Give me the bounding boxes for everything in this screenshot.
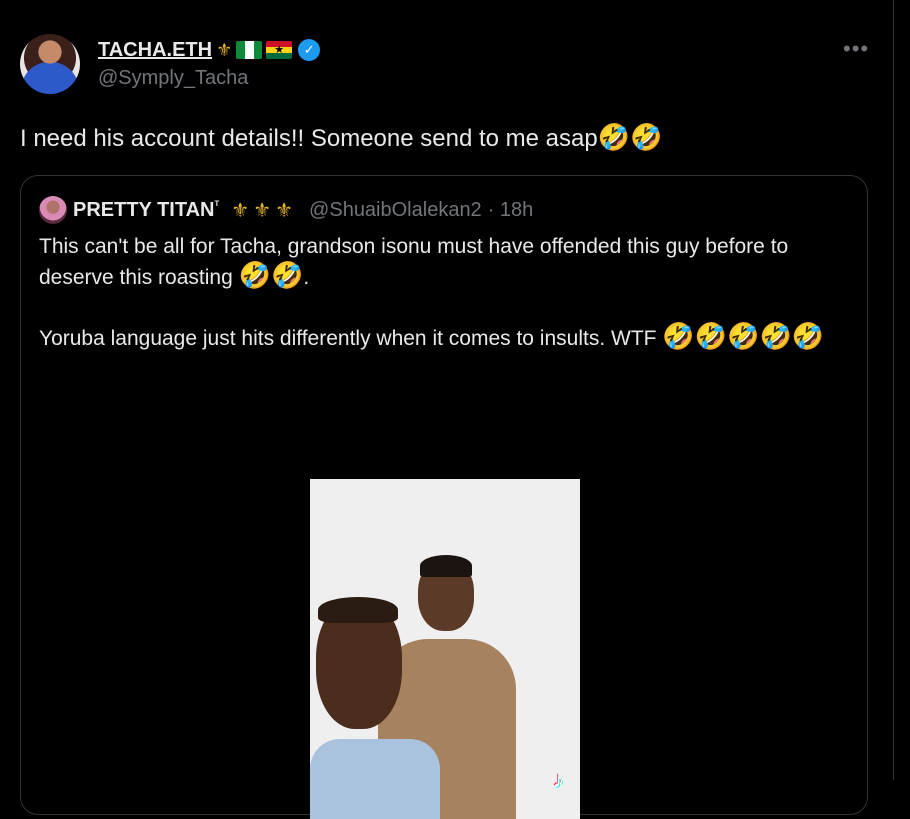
video-person-speaking	[310, 597, 440, 819]
gold-trident-icon: ⚜	[216, 40, 233, 60]
quoted-tweet-card[interactable]: PRETTY TITANᵀ ⚜⚜⚜ @ShuaibOlalekan2 · 18h…	[20, 175, 868, 819]
tweet-body: I need his account details!! Someone sen…	[20, 125, 598, 152]
author-display-name[interactable]: TACHA.ETH	[98, 39, 212, 62]
quote-display-name[interactable]: PRETTY TITANᵀ	[73, 199, 219, 222]
nigeria-flag-icon	[236, 41, 263, 59]
tweet-text: I need his account details!! Someone sen…	[20, 124, 662, 153]
author-handle[interactable]: @Symply_Tacha	[98, 67, 320, 90]
quote-text: This can't be all for Tacha, grandson is…	[39, 232, 854, 384]
quote-video[interactable]: ♪	[310, 479, 580, 819]
ghana-flag-icon: ★	[266, 41, 293, 59]
quote-header: PRETTY TITANᵀ ⚜⚜⚜ @ShuaibOlalekan2 · 18h	[39, 196, 533, 224]
author-avatar[interactable]	[20, 34, 80, 94]
quote-handle[interactable]: @ShuaibOlalekan2	[309, 199, 482, 222]
gold-trident-icons: ⚜⚜⚜	[231, 199, 298, 222]
quote-time[interactable]: · 18h	[488, 199, 534, 222]
tiktok-watermark-icon: ♪	[553, 767, 564, 792]
quote-paragraph-1: This can't be all for Tacha, grandson is…	[39, 235, 789, 290]
author-info: TACHA.ETH ⚜ ★ ✓ @Symply_Tacha	[98, 38, 321, 90]
quote-paragraph-2: Yoruba language just hits differently wh…	[39, 321, 825, 351]
more-options-icon[interactable]: •••	[843, 36, 869, 62]
column-divider	[893, 0, 894, 780]
author-name-row: TACHA.ETH ⚜ ★ ✓	[98, 38, 321, 62]
tweet-emojis: 🤣🤣	[597, 122, 663, 152]
quote-avatar[interactable]	[39, 196, 67, 224]
verified-badge-icon: ✓	[298, 39, 321, 61]
